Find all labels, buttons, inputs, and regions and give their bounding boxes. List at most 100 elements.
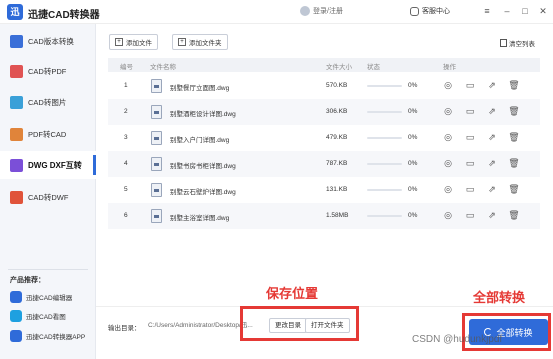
version-convert-icon [10, 34, 23, 48]
open-folder-icon[interactable]: ▭ [464, 105, 476, 117]
row-index: 5 [124, 186, 128, 193]
add-folder-button[interactable]: + 添加文件夹 [172, 34, 228, 50]
sidebar-item-pdf-to-cad[interactable]: PDF转CAD [0, 120, 96, 148]
sidebar-item-label: PDF转CAD [28, 129, 67, 139]
share-export-icon[interactable]: ⇗ [486, 209, 498, 221]
row-file-name: 别墅入户门详图.dwg [170, 137, 230, 144]
sidebar-item-cad-to-pdf[interactable]: CAD转PDF [0, 57, 96, 85]
header-name: 文件名称 [150, 64, 176, 71]
sidebar-item-label: CAD转图片 [28, 97, 67, 107]
share-export-icon[interactable]: ⇗ [486, 157, 498, 169]
preview-eye-icon[interactable]: ◎ [442, 157, 454, 169]
pdf-to-cad-icon [10, 127, 23, 141]
menu-icon[interactable]: ≡ [480, 4, 494, 18]
add-file-label: 添加文件 [126, 40, 152, 47]
login-link[interactable]: 登录/注册 [300, 6, 343, 17]
delete-trash-icon[interactable]: 🗑 [508, 209, 520, 221]
sidebar-item-label: DWG DXF互转 [28, 160, 82, 170]
table-row: 2 别墅酒柜设计详图.dwg 306.KB 0% ◎ ▭ ⇗ 🗑 [108, 99, 540, 125]
table-row: 4 别墅书房书柜详图.dwg 787.KB 0% ◎ ▭ ⇗ 🗑 [108, 151, 540, 177]
row-file-name: 别墅书房书柜详图.dwg [170, 163, 236, 170]
row-index: 4 [124, 160, 128, 167]
cad-viewer-icon [10, 310, 22, 322]
annotation-box-convert-all [462, 313, 551, 351]
sidebar-item-cad-version[interactable]: CAD版本转换 [0, 27, 96, 55]
sidebar-item-label: CAD转PDF [28, 66, 67, 76]
row-file-size: 570.KB [326, 82, 348, 89]
delete-trash-icon[interactable]: 🗑 [508, 105, 520, 117]
dwg-file-icon [151, 183, 162, 197]
preview-eye-icon[interactable]: ◎ [442, 79, 454, 91]
delete-trash-icon[interactable]: 🗑 [508, 79, 520, 91]
row-index: 3 [124, 134, 128, 141]
open-folder-icon[interactable]: ▭ [464, 131, 476, 143]
delete-trash-icon[interactable]: 🗑 [508, 157, 520, 169]
dwg-file-icon [151, 105, 162, 119]
dwf-icon [10, 190, 23, 204]
row-index: 2 [124, 108, 128, 115]
row-file-name: 别墅主浴室详图.dwg [170, 215, 230, 222]
sidebar-item-cad-to-dwf[interactable]: CAD转DWF [0, 183, 96, 211]
table-row: 1 别墅餐厅立面图.dwg 570.KB 0% ◎ ▭ ⇗ 🗑 [108, 73, 540, 99]
product-cad-viewer[interactable]: 迅捷CAD看图 [10, 310, 66, 322]
pdf-icon [10, 64, 23, 78]
row-progress-percent: 0% [408, 82, 418, 89]
user-avatar-icon [300, 6, 310, 17]
row-progress-percent: 0% [408, 212, 418, 219]
preview-eye-icon[interactable]: ◎ [442, 209, 454, 221]
share-export-icon[interactable]: ⇗ [486, 131, 498, 143]
table-row: 6 别墅主浴室详图.dwg 1.58MB 0% ◎ ▭ ⇗ 🗑 [108, 203, 540, 229]
open-folder-icon[interactable]: ▭ [464, 209, 476, 221]
row-progress-percent: 0% [408, 108, 418, 115]
close-icon[interactable]: ✕ [536, 4, 550, 18]
trash-icon [500, 39, 507, 47]
sidebar-divider [8, 269, 88, 270]
share-export-icon[interactable]: ⇗ [486, 183, 498, 195]
row-progress-bar [367, 111, 402, 113]
row-file-size: 1.58MB [326, 212, 349, 219]
row-progress-bar [367, 163, 402, 165]
open-folder-icon[interactable]: ▭ [464, 157, 476, 169]
open-folder-icon[interactable]: ▭ [464, 183, 476, 195]
row-file-size: 787.KB [326, 160, 348, 167]
sidebar-item-dwg-dxf[interactable]: DWG DXF互转 [0, 151, 96, 179]
share-export-icon[interactable]: ⇗ [486, 79, 498, 91]
maximize-icon[interactable]: □ [518, 4, 532, 18]
products-title: 产品推荐： [10, 277, 45, 284]
row-index: 6 [124, 212, 128, 219]
row-file-name: 别墅云石壁炉详图.dwg [170, 189, 236, 196]
cad-app-icon [10, 330, 22, 342]
customer-service-button[interactable]: 客服中心 [410, 6, 450, 16]
image-icon [10, 95, 23, 109]
watermark: CSDN @hudunkjpdf [412, 334, 503, 345]
header-index: 编号 [120, 64, 133, 71]
add-folder-label: 添加文件夹 [189, 40, 222, 47]
sidebar-item-label: CAD版本转换 [28, 36, 74, 46]
delete-trash-icon[interactable]: 🗑 [508, 183, 520, 195]
product-cad-editor[interactable]: 迅捷CAD编辑器 [10, 291, 72, 303]
minimize-icon[interactable]: – [500, 4, 514, 18]
add-file-button[interactable]: + 添加文件 [109, 34, 158, 50]
preview-eye-icon[interactable]: ◎ [442, 131, 454, 143]
delete-trash-icon[interactable]: 🗑 [508, 131, 520, 143]
share-export-icon[interactable]: ⇗ [486, 105, 498, 117]
output-dir-label: 输出目录： [108, 325, 141, 332]
product-label: 迅捷CAD编辑器 [26, 295, 73, 302]
dwg-file-icon [151, 131, 162, 145]
preview-eye-icon[interactable]: ◎ [442, 105, 454, 117]
dwg-file-icon [151, 79, 162, 93]
preview-eye-icon[interactable]: ◎ [442, 183, 454, 195]
product-label: 迅捷CAD转换器APP [26, 334, 86, 341]
open-folder-icon[interactable]: ▭ [464, 79, 476, 91]
row-file-size: 479.KB [326, 134, 348, 141]
clear-list-button[interactable]: 清空列表 [500, 38, 535, 48]
product-label: 迅捷CAD看图 [26, 314, 66, 321]
clear-list-label: 清空列表 [509, 41, 535, 48]
title-bar: 迅 迅捷CAD转换器 登录/注册 客服中心 ≡ – □ ✕ [0, 0, 553, 24]
row-progress-percent: 0% [408, 160, 418, 167]
sidebar-item-cad-to-image[interactable]: CAD转图片 [0, 88, 96, 116]
row-progress-bar [367, 137, 402, 139]
product-cad-app[interactable]: 迅捷CAD转换器APP [10, 330, 85, 342]
table-row: 3 别墅入户门详图.dwg 479.KB 0% ◎ ▭ ⇗ 🗑 [108, 125, 540, 151]
table-row: 5 别墅云石壁炉详图.dwg 131.KB 0% ◎ ▭ ⇗ 🗑 [108, 177, 540, 203]
